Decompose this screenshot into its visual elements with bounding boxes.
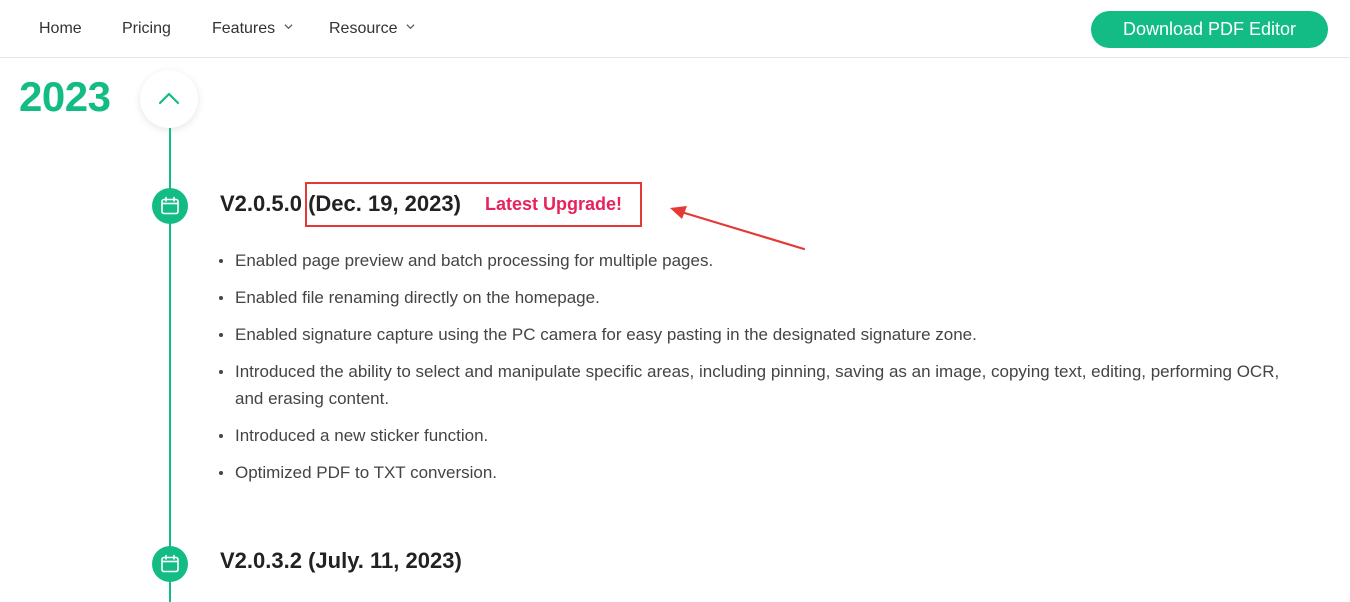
release-title: V2.0.3.2 (July. 11, 2023) xyxy=(220,547,462,575)
nav-pricing-label: Pricing xyxy=(122,20,171,37)
release-marker xyxy=(152,188,188,224)
nav-resource[interactable]: Resource xyxy=(329,19,415,39)
list-item: Enabled file renaming directly on the ho… xyxy=(218,284,1308,311)
nav-home-label: Home xyxy=(39,20,82,37)
chevron-down-icon xyxy=(284,24,293,30)
list-item: Introduced the ability to select and man… xyxy=(218,358,1308,412)
chevron-down-icon xyxy=(406,24,415,30)
release-marker xyxy=(152,546,188,582)
list-item: Enabled page preview and batch processin… xyxy=(218,247,1308,274)
year-heading: 2023 xyxy=(19,73,111,120)
chevron-up-icon xyxy=(158,92,180,105)
release-changes-list: Enabled page preview and batch processin… xyxy=(218,247,1308,496)
list-item: Enabled signature capture using the PC c… xyxy=(218,321,1308,348)
download-pdf-editor-button[interactable]: Download PDF Editor xyxy=(1091,11,1328,48)
collapse-year-button[interactable] xyxy=(140,70,198,128)
annotation-highlight-box xyxy=(305,182,642,227)
release-version: V2.0.3.2 xyxy=(220,548,302,573)
list-item: Optimized PDF to TXT conversion. xyxy=(218,459,1308,486)
nav-resource-label: Resource xyxy=(329,20,398,37)
nav-features[interactable]: Features xyxy=(212,19,293,39)
nav-home[interactable]: Home xyxy=(39,19,82,39)
arrow-icon xyxy=(670,206,806,251)
nav-features-label: Features xyxy=(212,20,276,37)
release-date: (July. 11, 2023) xyxy=(308,548,462,573)
calendar-icon xyxy=(161,554,179,573)
nav-pricing[interactable]: Pricing xyxy=(122,19,171,39)
list-item: Introduced a new sticker function. xyxy=(218,422,1308,449)
release-version: V2.0.5.0 xyxy=(220,191,302,216)
calendar-icon xyxy=(161,196,179,215)
top-navigation: Home Pricing Features Resource Download … xyxy=(0,0,1350,58)
